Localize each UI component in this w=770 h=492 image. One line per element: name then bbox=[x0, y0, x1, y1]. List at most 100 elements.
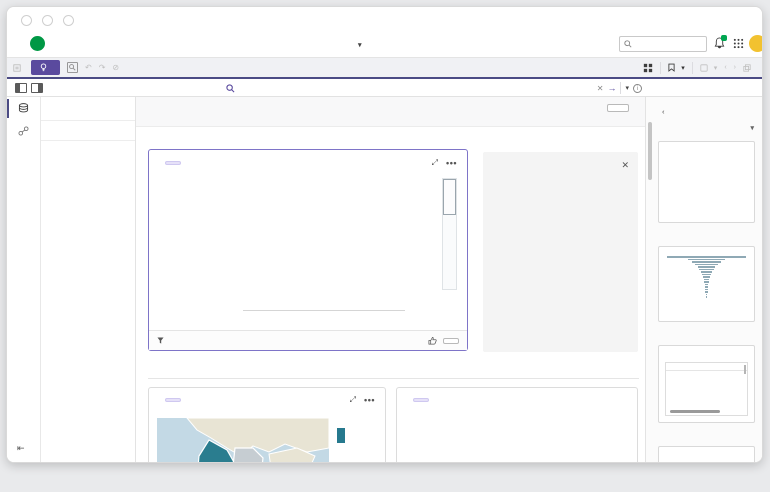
toggle-left-panel-icon[interactable] bbox=[15, 83, 27, 93]
rail-item-master-items[interactable] bbox=[7, 120, 40, 143]
minimap-window[interactable] bbox=[443, 179, 456, 215]
suggestion-multi-kpi[interactable] bbox=[658, 345, 755, 423]
treemap-result-card[interactable] bbox=[396, 387, 638, 463]
expand-chart-icon[interactable]: ⤢ bbox=[432, 158, 438, 168]
map-visualization[interactable] bbox=[157, 418, 329, 463]
step-forward-selection-icon[interactable]: ↷ bbox=[99, 63, 106, 72]
suggestion-funnel-chart[interactable] bbox=[658, 246, 755, 322]
map-legend bbox=[337, 420, 348, 443]
funnel-step bbox=[704, 279, 710, 281]
step-back-selection-icon[interactable]: ↶ bbox=[85, 63, 92, 72]
legend-color-swatch bbox=[337, 428, 345, 443]
fields-icon bbox=[18, 103, 29, 113]
minimize-window-icon[interactable] bbox=[42, 15, 53, 26]
filter-funnel-icon bbox=[157, 337, 164, 344]
bookmarks-dropdown[interactable]: ▾ bbox=[668, 63, 685, 72]
notification-badge bbox=[721, 35, 727, 41]
info-icon[interactable]: i bbox=[633, 84, 642, 93]
clear-query-icon[interactable]: ✕ bbox=[597, 84, 604, 93]
global-search-input[interactable] bbox=[619, 36, 707, 52]
lightbulb-icon bbox=[40, 63, 47, 72]
search-assets-input[interactable] bbox=[41, 97, 135, 121]
maximize-window-icon[interactable] bbox=[63, 15, 74, 26]
app-body: ⇤ ⤢ ••• bbox=[7, 97, 762, 462]
chart-scroll-minimap[interactable] bbox=[442, 178, 457, 290]
kpi-scrollbar[interactable] bbox=[744, 365, 746, 374]
x-axis-line bbox=[243, 310, 405, 311]
sheet-toolbar-right: ▾ ▾ ‹ › bbox=[643, 62, 756, 74]
sheet-grid-icon[interactable] bbox=[643, 63, 653, 73]
main-content: ⤢ ••• bbox=[136, 97, 645, 462]
results-tabs bbox=[148, 359, 639, 379]
submit-query-icon[interactable]: → bbox=[607, 83, 616, 93]
map-analysis-badge bbox=[165, 398, 181, 402]
expand-chart-icon[interactable]: ⤢ bbox=[350, 395, 356, 405]
app-launcher-icon[interactable] bbox=[733, 38, 744, 49]
treemap-analysis-badge bbox=[413, 398, 429, 402]
selection-toolbar: ↶ ↷ ⊘ ▾ ▾ ‹ › bbox=[7, 58, 762, 77]
thumbs-up-icon[interactable] bbox=[428, 336, 437, 345]
suggestion-word-cloud[interactable] bbox=[658, 446, 755, 463]
back-to-properties-link[interactable]: ‹ bbox=[662, 107, 669, 116]
app-window: ▾ ↶ ↷ ⊘ bbox=[6, 6, 763, 463]
language-selector[interactable]: ▾ bbox=[625, 84, 629, 92]
fields-section-header[interactable] bbox=[41, 121, 135, 141]
clear-selections-icon[interactable]: ⊘ bbox=[112, 63, 119, 72]
suggestion-caption bbox=[658, 423, 755, 432]
app-title-dropdown[interactable]: ▾ bbox=[355, 39, 362, 50]
user-avatar[interactable] bbox=[749, 35, 763, 52]
duplicate-button[interactable] bbox=[743, 64, 754, 72]
chart-suggestions-list bbox=[658, 141, 755, 463]
funnel-step bbox=[704, 281, 709, 283]
add-to-sheet-button[interactable] bbox=[443, 338, 459, 344]
funnel-step bbox=[701, 271, 712, 273]
chart-gridlines bbox=[243, 178, 405, 308]
cancel-button[interactable] bbox=[607, 104, 629, 112]
toggle-right-panel-icon[interactable] bbox=[31, 83, 43, 93]
insights-panel: ✕ bbox=[483, 152, 638, 352]
suggestion-caption bbox=[658, 223, 755, 232]
master-items-icon bbox=[18, 126, 29, 136]
insight-advisor-button[interactable] bbox=[31, 60, 60, 75]
panel-scrollbar[interactable] bbox=[648, 122, 652, 180]
funnel-step bbox=[688, 259, 725, 261]
rail-item-fields[interactable] bbox=[7, 97, 40, 120]
nlq-header-bar bbox=[136, 97, 645, 127]
funnel-shape bbox=[659, 256, 754, 298]
selections-search-icon[interactable] bbox=[67, 62, 78, 73]
prev-sheet-icon[interactable]: ‹ bbox=[724, 64, 726, 71]
top-navigation: ▾ bbox=[7, 31, 762, 58]
next-sheet-icon[interactable]: › bbox=[734, 64, 736, 71]
properties-panel: ‹ ▾ bbox=[645, 97, 762, 462]
notes-icon bbox=[13, 64, 21, 72]
kpi-dimension-value bbox=[666, 363, 747, 371]
chevron-down-icon: ▾ bbox=[358, 42, 362, 49]
close-window-icon[interactable] bbox=[21, 15, 32, 26]
other-charts-header[interactable]: ▾ bbox=[658, 124, 754, 132]
funnel-step bbox=[705, 284, 709, 286]
nl-query-input[interactable]: ✕ → ▾ i bbox=[220, 79, 648, 97]
kpi-horizontal-scrollbar[interactable] bbox=[670, 410, 720, 413]
map-result-card[interactable]: ⤢ ••• bbox=[148, 387, 386, 463]
chart-menu-icon[interactable]: ••• bbox=[446, 158, 457, 168]
notifications-bell-icon[interactable] bbox=[714, 37, 725, 49]
duplicate-icon bbox=[743, 64, 751, 72]
funnel-step bbox=[705, 286, 708, 288]
funnel-step bbox=[667, 256, 747, 258]
assets-panel bbox=[41, 97, 136, 462]
result-chart-card[interactable]: ⤢ ••• bbox=[148, 149, 468, 351]
window-title-bar bbox=[7, 7, 762, 31]
close-insights-icon[interactable]: ✕ bbox=[621, 160, 629, 171]
suggestion-pie-chart[interactable] bbox=[658, 141, 755, 223]
chart-menu-icon[interactable]: ••• bbox=[364, 395, 375, 405]
notes-button[interactable] bbox=[13, 64, 24, 72]
bookmark-icon bbox=[668, 63, 675, 72]
kpi-box bbox=[665, 362, 748, 416]
map-card-header: ⤢ ••• bbox=[149, 388, 385, 412]
qlik-logo[interactable] bbox=[29, 35, 45, 51]
sheets-dropdown[interactable]: ▾ bbox=[700, 64, 718, 72]
funnel-step bbox=[706, 296, 708, 298]
collapse-panel-icon[interactable]: ⇤ bbox=[17, 443, 25, 454]
result-card-header: ⤢ ••• bbox=[149, 150, 467, 176]
funnel-step bbox=[692, 261, 721, 263]
